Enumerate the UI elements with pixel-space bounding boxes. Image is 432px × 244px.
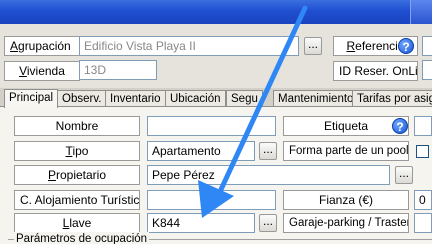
arrow-head [198,180,234,218]
annotation-arrow [198,5,308,218]
tab-principal[interactable]: Principal [4,89,59,108]
arrow-shaft [215,5,308,199]
